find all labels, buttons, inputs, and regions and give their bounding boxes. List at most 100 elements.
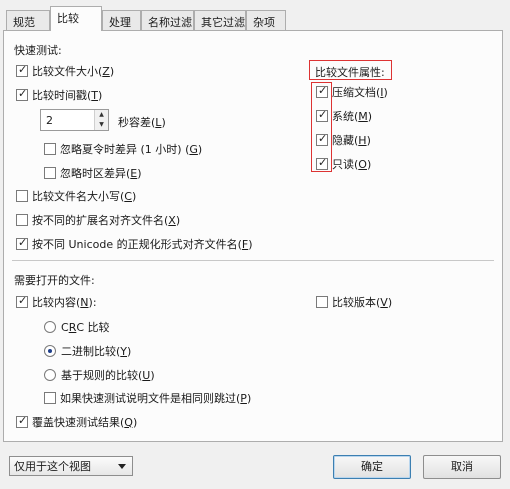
- tab-handling[interactable]: 处理: [102, 10, 141, 30]
- attributes-heading: 比较文件属性:: [315, 66, 385, 79]
- tab-other-filter[interactable]: 其它过滤: [194, 10, 246, 30]
- tab-compare[interactable]: 比较: [50, 6, 102, 31]
- radio-button[interactable]: [44, 369, 56, 381]
- quick-test-heading: 快速测试:: [14, 44, 62, 57]
- attr-readonly-checkbox[interactable]: 只读(O): [316, 156, 371, 172]
- radio-button[interactable]: [44, 321, 56, 333]
- checkbox-box[interactable]: [316, 132, 328, 146]
- accelerator-key: P: [240, 391, 247, 405]
- label-text: 压缩文档(: [332, 86, 381, 99]
- label-end: ): [366, 157, 372, 171]
- checkbox-box[interactable]: [16, 236, 28, 250]
- ignore-dst-checkbox[interactable]: 忽略夏令时差异 (1 小时) (G): [44, 141, 202, 157]
- label-text: 覆盖快速测试结果(: [32, 416, 125, 429]
- scope-select[interactable]: 仅用于这个视图: [9, 456, 133, 476]
- label-end: ): [197, 142, 203, 156]
- ok-button[interactable]: 确定: [333, 455, 411, 479]
- checkbox-box[interactable]: [44, 167, 56, 179]
- label-text: 基于规则的比较(: [61, 369, 143, 382]
- tab-label: 处理: [109, 16, 131, 29]
- compare-timestamp-checkbox[interactable]: 比较时间戳(T): [16, 87, 102, 103]
- checkbox-box[interactable]: [316, 108, 328, 122]
- compare-version-checkbox[interactable]: 比较版本(V): [316, 294, 392, 310]
- label-end: ): [137, 166, 142, 180]
- checkbox-box[interactable]: [16, 190, 28, 202]
- cancel-button-label: 取消: [451, 460, 473, 473]
- label-end: ):: [88, 295, 97, 309]
- label-end: ): [367, 109, 373, 123]
- open-files-heading: 需要打开的文件:: [14, 274, 95, 287]
- tab-label: 比较: [57, 12, 79, 25]
- label-text: 二进制比较(: [61, 345, 121, 358]
- tab-misc[interactable]: 杂项: [246, 10, 286, 30]
- checkbox-box[interactable]: [16, 87, 28, 101]
- checkbox-box[interactable]: [16, 294, 28, 308]
- binary-compare-radio[interactable]: 二进制比较(Y): [44, 343, 131, 359]
- ok-button-label: 确定: [361, 460, 383, 473]
- chevron-down-icon: [118, 464, 126, 469]
- label-end: ): [387, 295, 393, 309]
- accelerator-key: C: [124, 189, 132, 203]
- accelerator-key: G: [189, 142, 198, 156]
- tolerance-stepper[interactable]: 2 ▲ ▼: [40, 109, 109, 131]
- rules-compare-radio[interactable]: 基于规则的比较(U): [44, 367, 155, 383]
- checkbox-box[interactable]: [16, 214, 28, 226]
- checkbox-box[interactable]: [44, 143, 56, 155]
- accelerator-key: U: [142, 368, 151, 382]
- accelerator-key: X: [168, 213, 176, 227]
- compare-size-checkbox[interactable]: 比较文件大小(Z): [16, 63, 114, 79]
- accelerator-key: Z: [102, 64, 110, 78]
- stepper-buttons[interactable]: ▲ ▼: [94, 110, 108, 130]
- radio-button[interactable]: [44, 345, 56, 357]
- checkbox-box[interactable]: [316, 156, 328, 170]
- skip-if-same-checkbox[interactable]: 如果快速测试说明文件是相同则跳过(P): [44, 390, 251, 406]
- tab-name-filter[interactable]: 名称过滤: [141, 10, 194, 30]
- label-end: ): [175, 213, 181, 227]
- align-unicode-checkbox[interactable]: 按不同 Unicode 的正规化形式对齐文件名(F): [16, 236, 253, 252]
- label-text: 忽略时区差异(: [60, 167, 131, 180]
- label-text: 只读(: [332, 158, 359, 171]
- align-extension-checkbox[interactable]: 按不同的扩展名对齐文件名(X): [16, 212, 180, 228]
- label-end: ): [98, 88, 103, 102]
- accelerator-key: R: [68, 320, 77, 334]
- label-end: ): [109, 64, 115, 78]
- crc-compare-radio[interactable]: CRC 比较: [44, 319, 110, 335]
- accelerator-key: H: [358, 133, 367, 147]
- checkbox-box[interactable]: [316, 84, 328, 98]
- attr-hidden-checkbox[interactable]: 隐藏(H): [316, 132, 371, 148]
- label-end: ): [246, 391, 252, 405]
- tolerance-value[interactable]: 2: [46, 114, 53, 127]
- label-end: ): [131, 189, 137, 203]
- ignore-timezone-checkbox[interactable]: 忽略时区差异(E): [44, 165, 142, 181]
- tab-label: 名称过滤: [148, 16, 192, 29]
- tab-label: 其它过滤: [201, 16, 245, 29]
- label-text: C: [61, 320, 69, 334]
- chevron-down-icon[interactable]: ▼: [95, 120, 108, 130]
- label-end: ): [383, 85, 388, 99]
- tab-spec[interactable]: 规范: [6, 10, 50, 30]
- accelerator-key: N: [80, 295, 89, 309]
- attr-archive-checkbox[interactable]: 压缩文档(I): [316, 84, 388, 100]
- accelerator-key: M: [358, 109, 368, 123]
- accelerator-key: T: [91, 88, 99, 102]
- label-text: 忽略夏令时差异 (1 小时) (: [60, 143, 190, 156]
- compare-panel: 快速测试: 比较文件大小(Z) 比较时间戳(T) 2 ▲ ▼ 秒容差(L) 忽略…: [3, 30, 503, 442]
- checkbox-box[interactable]: [316, 296, 328, 308]
- override-quick-test-checkbox[interactable]: 覆盖快速测试结果(Q): [16, 414, 137, 430]
- checkbox-box[interactable]: [16, 63, 28, 77]
- accelerator-key: Q: [124, 415, 133, 429]
- accelerator-key: E: [130, 166, 138, 180]
- compare-name-case-checkbox[interactable]: 比较文件名大小写(C): [16, 188, 136, 204]
- section-divider: [12, 260, 494, 261]
- label-end: C 比较: [76, 321, 110, 334]
- cancel-button[interactable]: 取消: [423, 455, 501, 479]
- chevron-up-icon[interactable]: ▲: [95, 110, 108, 120]
- checkbox-box[interactable]: [16, 414, 28, 428]
- label-text: 按不同的扩展名对齐文件名(: [32, 214, 169, 227]
- attr-system-checkbox[interactable]: 系统(M): [316, 108, 372, 124]
- checkbox-box[interactable]: [44, 392, 56, 404]
- label-text: 隐藏(: [332, 134, 359, 147]
- compare-content-checkbox[interactable]: 比较内容(N):: [16, 294, 97, 310]
- label-end: ): [127, 344, 132, 358]
- tab-label: 规范: [13, 16, 35, 29]
